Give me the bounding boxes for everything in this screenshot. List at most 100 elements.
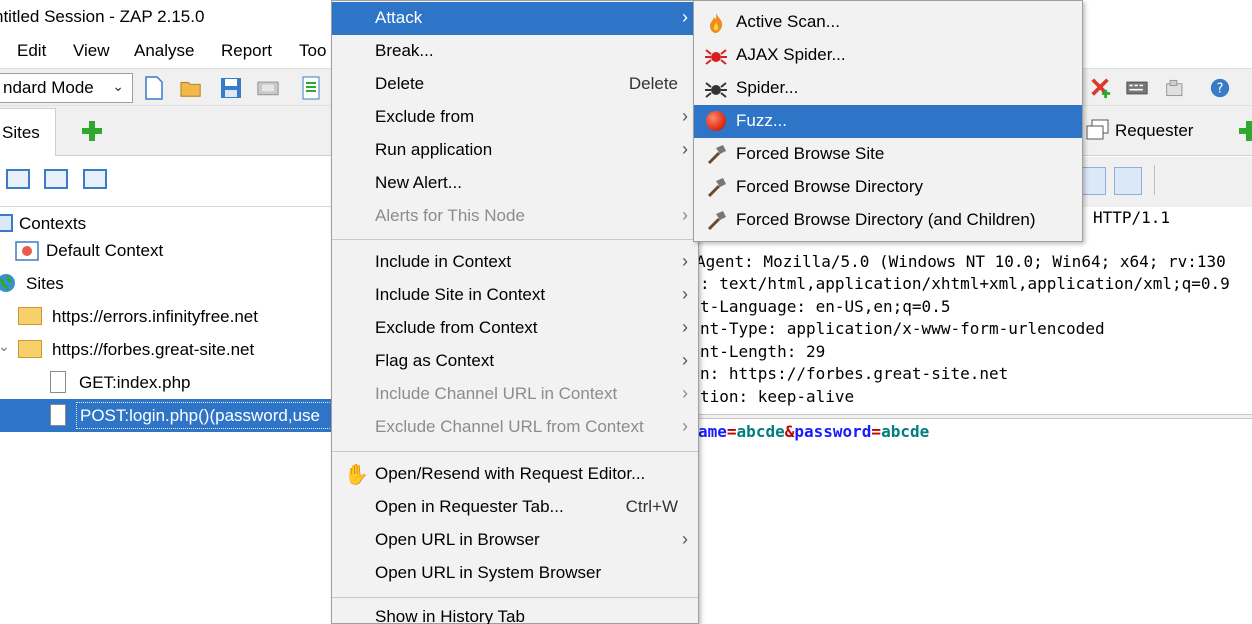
menu-report[interactable]: Report [221,41,272,61]
menu-edit[interactable]: Edit [17,41,46,61]
add-tab-plus-icon[interactable] [81,120,103,142]
menu-item-flag-as-context[interactable]: Flag as Context › [332,345,698,378]
tree-node-site-errors[interactable]: https://errors.infinityfree.net [0,301,332,333]
split-pane-divider[interactable] [698,414,1252,419]
menu-item-include-site-in-context[interactable]: Include Site in Context › [332,279,698,312]
menu-item-open-requester-tab[interactable]: Open in Requester Tab... Ctrl+W [332,491,698,524]
submenu-item-fuzz-label: Fuzz... [736,111,788,130]
menu-item-attack[interactable]: Attack › [332,2,698,35]
menu-item-open-url-system-browser[interactable]: Open URL in System Browser [332,557,698,590]
menu-item-alerts-for-node: Alerts for This Node › [332,200,698,233]
spider-icon [705,82,727,98]
mode-select-value: ndard Mode [3,78,94,97]
chevron-right-icon: › [682,383,688,403]
open-session-icon[interactable] [180,76,202,100]
submenu-item-forced-browse-directory-children[interactable]: Forced Browse Directory (and Children) [694,204,1082,237]
body-eq-1: = [726,422,737,441]
split-horizontal-icon[interactable] [1114,167,1142,195]
hammer-icon [707,211,726,231]
add-tab-plus-icon[interactable] [1238,120,1252,142]
menu-item-open-url-browser[interactable]: Open URL in Browser › [332,524,698,557]
menu-item-exclude-from[interactable]: Exclude from › [332,101,698,134]
submenu-item-forced-browse-directory-children-label: Forced Browse Directory (and Children) [736,210,1036,229]
menu-item-include-in-context-label: Include in Context [375,252,512,271]
chevron-right-icon: › [682,317,688,337]
request-line-user-agent: Agent: Mozilla/5.0 (Windows NT 10.0; Win… [698,252,1226,271]
tree-node-get-index-label: GET:index.php [79,373,191,392]
menu-item-include-in-context[interactable]: Include in Context › [332,246,698,279]
window-title: ntitled Session - ZAP 2.15.0 [0,7,205,26]
expand-chevron-icon[interactable]: ⌄ [0,338,10,355]
menu-item-open-resend[interactable]: ✋ Open/Resend with Request Editor... [332,458,698,491]
request-line-protocol: HTTP/1.1 [1093,208,1171,227]
toolbar-divider [1154,165,1155,195]
tab-sites[interactable]: Sites [0,108,56,156]
menu-item-include-channel-url: Include Channel URL in Context › [332,378,698,411]
import-context-icon[interactable] [44,169,68,189]
request-line-origin: n: https://forbes.great-site.net [700,364,1009,383]
body-key-password: password [794,422,872,441]
chevron-right-icon: › [682,284,688,304]
proxy-icon[interactable] [1165,76,1187,100]
tree-node-get-index[interactable]: GET:index.php [0,367,332,399]
menu-item-alerts-for-node-label: Alerts for This Node [375,206,525,225]
menu-view[interactable]: View [73,41,110,61]
menu-item-break[interactable]: Break... [332,35,698,68]
submenu-item-active-scan-label: Active Scan... [736,12,840,31]
menu-separator [332,239,698,240]
body-key-username: ame [698,422,727,441]
tab-requester[interactable]: Requester [1115,121,1193,141]
menu-item-exclude-from-context[interactable]: Exclude from Context › [332,312,698,345]
chevron-right-icon: › [682,350,688,370]
options-icon[interactable] [1126,76,1148,100]
submenu-item-fuzz[interactable]: Fuzz... [694,105,1082,138]
submenu-item-spider[interactable]: Spider... [694,72,1082,105]
tree-node-post-login[interactable]: POST:login.php()(password,use [0,399,336,432]
mode-select[interactable]: ndard Mode ⌄ [0,73,133,103]
help-icon[interactable]: ? [1209,76,1231,100]
export-context-icon[interactable] [83,169,107,189]
request-body-line: ame=abcde&password=abcde [698,422,929,441]
menu-analyse[interactable]: Analyse [134,41,194,61]
menu-tools[interactable]: Too [299,41,326,61]
new-session-icon[interactable] [143,76,165,100]
ajax-spider-icon [705,49,727,65]
tree-node-sites[interactable]: Sites [0,268,332,300]
body-value-password: abcde [881,422,930,441]
folder-open-icon [18,340,42,358]
menu-item-exclude-channel-url-label: Exclude Channel URL from Context [375,417,644,436]
tree-node-default-context-label: Default Context [46,241,164,260]
globe-icon [0,274,15,292]
session-properties-icon[interactable] [300,76,322,100]
menu-item-new-alert[interactable]: New Alert... [332,167,698,200]
menu-item-show-history-tab[interactable]: Show in History Tab [332,601,698,624]
menu-item-exclude-from-context-label: Exclude from Context [375,318,538,337]
fuzz-icon [706,111,726,131]
menu-item-run-application-label: Run application [375,140,493,159]
submenu-item-active-scan[interactable]: Active Scan... [694,6,1082,39]
submenu-item-forced-browse-site[interactable]: Forced Browse Site [694,138,1082,171]
menu-item-run-application[interactable]: Run application › [332,134,698,167]
snapshot-session-icon[interactable] [257,76,279,100]
tree-node-post-login-label: POST:login.php()(password,use [76,402,336,429]
chevron-right-icon: › [682,529,688,549]
document-icon [50,371,66,393]
request-body-text[interactable]: ame=abcde&password=abcde [698,420,1252,624]
save-session-icon[interactable] [220,76,242,100]
menu-item-open-url-browser-label: Open URL in Browser [375,530,540,549]
submenu-item-forced-browse-site-label: Forced Browse Site [736,144,885,163]
tree-node-default-context[interactable]: Default Context [0,235,332,267]
attack-submenu: Active Scan... AJAX Spider... Spider... … [693,0,1083,242]
submenu-item-ajax-spider[interactable]: AJAX Spider... [694,39,1082,72]
menu-item-break-label: Break... [375,41,434,60]
default-context-icon [15,241,39,261]
tree-node-site-forbes[interactable]: ⌄ https://forbes.great-site.net [0,334,332,366]
remove-icon[interactable] [1090,76,1112,100]
sites-tab-bar: Sites [0,106,332,156]
menu-item-show-history-tab-label: Show in History Tab [375,607,525,624]
chevron-right-icon: › [682,416,688,436]
new-context-icon[interactable] [6,169,30,189]
menu-item-include-channel-url-label: Include Channel URL in Context [375,384,618,403]
submenu-item-forced-browse-directory[interactable]: Forced Browse Directory [694,171,1082,204]
menu-item-delete[interactable]: Delete Delete [332,68,698,101]
